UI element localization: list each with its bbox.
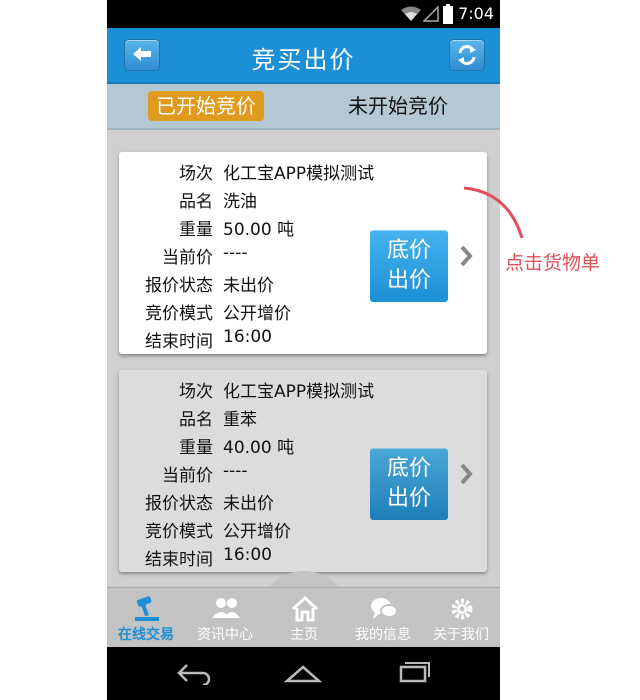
bid-status-value: 未出价 (223, 494, 274, 514)
end-time-label: 结束时间 (145, 550, 213, 570)
current-price-value: ---- (223, 243, 248, 263)
bid-status-row: 报价状态 未出价 (119, 486, 399, 514)
bid-button-line2: 出价 (386, 486, 431, 511)
product-row: 品名 洗油 (119, 184, 399, 212)
current-price-row: 当前价 ---- (119, 458, 399, 486)
current-price-label: 当前价 (162, 466, 213, 486)
product-row: 品名 重苯 (119, 402, 399, 430)
nav-label: 资讯中心 (197, 627, 253, 643)
bid-mode-value: 公开增价 (223, 522, 291, 542)
bid-status-label: 报价状态 (145, 276, 213, 296)
session-value: 化工宝APP模拟测试 (223, 164, 375, 184)
session-value: 化工宝APP模拟测试 (223, 382, 375, 402)
nav-my-info[interactable]: 我的信息 (344, 588, 422, 648)
weight-value: 40.00 吨 (223, 438, 295, 458)
clock: 7:04 (458, 4, 494, 23)
weight-row: 重量 50.00 吨 (119, 212, 399, 240)
chevron-right-icon[interactable] (458, 462, 474, 486)
signal-icon (423, 6, 439, 22)
bid-button-line1: 底价 (386, 238, 431, 263)
wifi-icon (401, 6, 421, 21)
gavel-icon (135, 596, 159, 621)
refresh-button[interactable] (449, 39, 485, 71)
page-title: 竞买出价 (251, 46, 356, 74)
home-nav-icon[interactable] (283, 661, 323, 685)
product-label: 品名 (179, 410, 213, 430)
product-label: 品名 (179, 192, 213, 212)
auction-card[interactable]: 场次 化工宝APP模拟测试 品名 洗油 重量 50.00 吨 当前价 ---- … (119, 152, 487, 354)
weight-label: 重量 (179, 438, 213, 458)
bid-mode-row: 竞价模式 公开增价 (119, 296, 399, 324)
end-time-row: 结束时间 16:00 (119, 324, 399, 352)
refresh-icon (458, 45, 476, 65)
users-icon (212, 598, 240, 618)
weight-row: 重量 40.00 吨 (119, 430, 399, 458)
bid-mode-value: 公开增价 (223, 304, 291, 324)
session-label: 场次 (179, 382, 213, 402)
end-time-row: 结束时间 16:00 (119, 542, 399, 570)
end-time-value: 16:00 (223, 545, 272, 565)
nav-label: 在线交易 (118, 627, 174, 643)
session-label: 场次 (179, 164, 213, 184)
reserve-bid-button[interactable]: 底价 出价 (370, 448, 448, 520)
bid-button-line2: 出价 (386, 268, 431, 293)
bid-status-label: 报价状态 (145, 494, 213, 514)
nav-about-us[interactable]: 关于我们 (422, 588, 500, 648)
bid-mode-row: 竞价模式 公开增价 (119, 514, 399, 542)
current-price-value: ---- (223, 461, 248, 481)
bottom-nav: 在线交易 资讯中心 主页 我的信息 关于我们 (107, 587, 500, 648)
end-time-label: 结束时间 (145, 332, 213, 352)
bid-button-line1: 底价 (386, 456, 431, 481)
tab-started-bidding[interactable]: 已开始竞价 (148, 91, 264, 121)
nav-news-center[interactable]: 资讯中心 (186, 588, 264, 648)
auction-list: 场次 化工宝APP模拟测试 品名 洗油 重量 50.00 吨 当前价 ---- … (107, 130, 500, 586)
nav-label: 关于我们 (433, 627, 489, 643)
end-time-value: 16:00 (223, 327, 272, 347)
annotation-text: 点击货物单 (505, 252, 601, 274)
product-value: 重苯 (223, 410, 257, 430)
weight-label: 重量 (179, 220, 213, 240)
system-nav-bar (107, 647, 500, 700)
bid-mode-label: 竞价模式 (145, 522, 213, 542)
recents-nav-icon[interactable] (395, 661, 435, 685)
nav-label: 主页 (290, 627, 318, 643)
nav-home[interactable]: 主页 (265, 588, 343, 648)
nav-online-trading[interactable]: 在线交易 (107, 588, 185, 648)
current-price-label: 当前价 (162, 248, 213, 268)
weight-value: 50.00 吨 (223, 220, 295, 240)
tab-bar: 已开始竞价 未开始竞价 (107, 84, 500, 130)
gear-icon (451, 598, 473, 620)
back-nav-icon[interactable] (175, 661, 215, 685)
home-icon (291, 596, 319, 622)
auction-card[interactable]: 场次 化工宝APP模拟测试 品名 重苯 重量 40.00 吨 当前价 ---- … (119, 370, 487, 572)
session-row: 场次 化工宝APP模拟测试 (119, 156, 399, 184)
bid-status-value: 未出价 (223, 276, 274, 296)
title-bar: 竞买出价 (107, 28, 500, 84)
tab-not-started-bidding[interactable]: 未开始竞价 (333, 91, 463, 121)
bid-mode-label: 竞价模式 (145, 304, 213, 324)
product-value: 洗油 (223, 192, 257, 212)
annotation-curve (463, 186, 524, 239)
battery-icon (443, 4, 453, 24)
nav-label: 我的信息 (355, 627, 411, 643)
phone-screen: 7:04 竞买出价 已开始竞价 未开始竞价 场次 化工宝APP模拟测试 品名 洗… (107, 0, 500, 700)
bid-status-row: 报价状态 未出价 (119, 268, 399, 296)
reserve-bid-button[interactable]: 底价 出价 (370, 230, 448, 302)
status-bar: 7:04 (107, 0, 500, 28)
session-row: 场次 化工宝APP模拟测试 (119, 374, 399, 402)
chat-bubbles-icon (371, 598, 398, 619)
current-price-row: 当前价 ---- (119, 240, 399, 268)
